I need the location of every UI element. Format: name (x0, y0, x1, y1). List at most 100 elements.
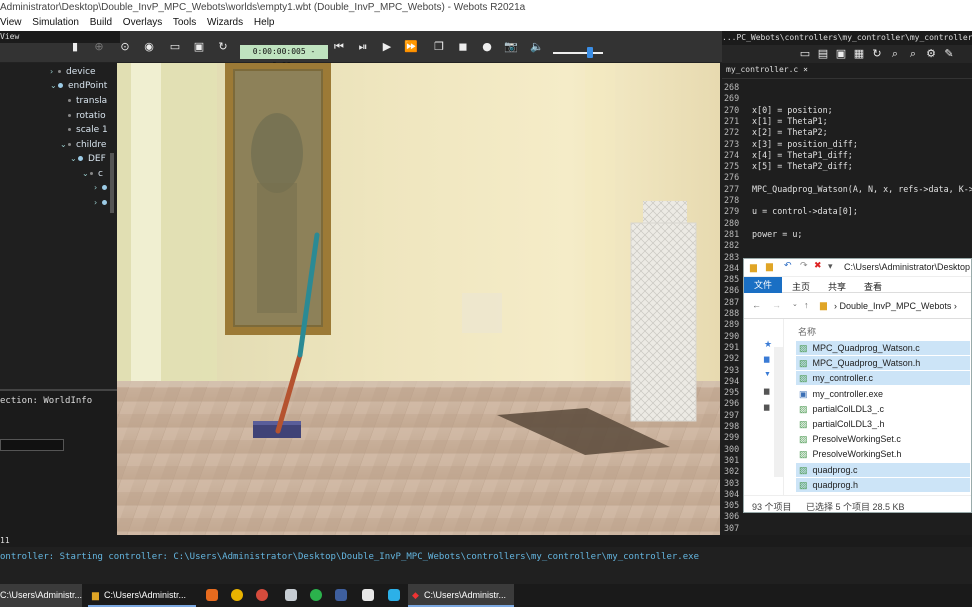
revert-icon[interactable]: ↻ (870, 47, 884, 61)
code-line[interactable]: x[4] = ThetaP1_diff; (752, 150, 853, 160)
name-column-header[interactable]: 名称 (798, 325, 816, 338)
tree-item-rotation[interactable]: rotatio (68, 109, 106, 123)
code-line[interactable]: power = u; (752, 229, 802, 239)
quick-access-icon[interactable]: ★ (764, 339, 772, 350)
pictures-icon[interactable]: ▆ (764, 403, 769, 411)
uploader-icon[interactable] (388, 589, 400, 601)
menu-tools[interactable]: Tools (173, 17, 196, 28)
volume-slider-track[interactable] (553, 52, 603, 54)
file-row[interactable]: ▨ quadprog.h (796, 477, 970, 492)
clean-icon[interactable]: ✎ (942, 47, 956, 61)
calculator-icon[interactable] (362, 589, 374, 601)
code-line[interactable]: u = control->data[0]; (752, 206, 858, 216)
documents-icon[interactable]: ▆ (764, 387, 769, 395)
tree-item-device[interactable]: › device (50, 65, 96, 79)
file-row[interactable]: ▣ my_controller.exe (796, 387, 970, 401)
desktop-icon[interactable]: ▆ (764, 355, 769, 363)
library-icon[interactable] (335, 589, 347, 601)
wechat-icon[interactable] (310, 589, 322, 601)
code-line[interactable]: x[2] = ThetaP2; (752, 127, 828, 137)
save-file-icon[interactable]: ▣ (834, 47, 848, 61)
record-icon[interactable]: ● (480, 40, 494, 54)
code-line[interactable]: MPC_Quadprog_Watson(A, N, x, refs->data,… (752, 184, 972, 194)
file-row[interactable]: ▨ my_controller.c (796, 371, 970, 386)
menu-build[interactable]: Build (90, 17, 112, 28)
play-icon[interactable]: ▶ (380, 40, 394, 54)
view-menu-icon[interactable]: ⊙ (118, 40, 132, 54)
file-row[interactable]: ▨ partialColLDL3_.h (796, 417, 970, 431)
file-row[interactable]: ▨ MPC_Quadprog_Watson.c (796, 341, 970, 355)
tree-item-endpoint[interactable]: ⌄ endPoint (50, 79, 107, 93)
menu-view[interactable]: View (0, 17, 22, 28)
properties-icon[interactable]: ▆ (766, 261, 773, 272)
delete-icon[interactable]: ✖ (814, 260, 822, 271)
forward-icon[interactable]: → (772, 300, 781, 310)
line-number: 296 (724, 398, 740, 409)
up-icon[interactable]: ↑ (804, 300, 809, 310)
open-file-icon[interactable]: ▤ (816, 47, 830, 61)
find-icon[interactable]: ⌕ (888, 47, 902, 61)
3d-viewport[interactable] (117, 63, 720, 535)
speaker-icon[interactable]: 🔈 (530, 40, 544, 54)
save-world-icon[interactable]: ▣ (192, 40, 206, 54)
fast-forward-icon[interactable]: ⏩ (404, 40, 418, 54)
add-node-icon[interactable]: ⊕ (92, 40, 106, 54)
menu-help[interactable]: Help (254, 17, 275, 28)
new-file-icon[interactable]: ▭ (798, 47, 812, 61)
tree-item-c[interactable]: ⌄ c (82, 167, 103, 181)
tree-item-scale[interactable]: scale 1 (68, 123, 108, 137)
taskbar-item-explorer-2[interactable]: ▆ C:\Users\Administr... (88, 584, 196, 607)
open-world-icon[interactable]: ▭ (168, 40, 182, 54)
chrome-icon[interactable] (231, 589, 243, 601)
dropdown-icon[interactable]: ▾ (828, 261, 833, 272)
downloads-icon[interactable]: ▼ (764, 371, 771, 378)
file-row[interactable]: ▨ PresolveWorkingSet.c (796, 432, 970, 446)
hide-panel-icon[interactable]: ▮ (68, 40, 82, 54)
menu-simulation[interactable]: Simulation (32, 17, 79, 28)
save-all-icon[interactable]: ▦ (852, 47, 866, 61)
ribbon-tab-home[interactable]: 主页 (792, 280, 810, 293)
back-icon[interactable]: ← (752, 300, 761, 310)
reload-world-icon[interactable]: ↻ (216, 40, 230, 54)
firefox-icon[interactable] (206, 589, 218, 601)
replace-icon[interactable]: ⌕ (906, 47, 920, 61)
field-input[interactable] (0, 439, 64, 451)
camera-icon[interactable]: 📷 (504, 40, 518, 54)
tree-item-translation[interactable]: transla (68, 94, 107, 108)
ribbon-tab-share[interactable]: 共享 (828, 280, 846, 293)
code-line[interactable]: x[5] = ThetaP2_diff; (752, 161, 853, 171)
build-icon[interactable]: ⚙ (924, 47, 938, 61)
ribbon-tab-file[interactable]: 文件 (744, 277, 782, 293)
navigation-scrollbar[interactable] (774, 347, 783, 477)
code-line[interactable]: x[1] = ThetaP1; (752, 116, 828, 126)
code-line[interactable]: x[0] = position; (752, 105, 833, 115)
screenshot-icon[interactable]: ◼ (456, 40, 470, 54)
address-breadcrumb[interactable]: › Double_InvP_MPC_Webots › (834, 301, 957, 311)
file-row[interactable]: ▨ PresolveWorkingSet.h (796, 447, 970, 461)
tree-item-children[interactable]: ⌄ childre (60, 138, 106, 152)
menu-wizards[interactable]: Wizards (207, 17, 243, 28)
reset-simulation-icon[interactable]: ⏮ (332, 40, 346, 54)
file-name: PresolveWorkingSet.c (812, 434, 901, 445)
code-line[interactable]: x[3] = position_diff; (752, 139, 858, 149)
rendering-icon[interactable]: ❐ (432, 40, 446, 54)
taskbar-item-explorer-1[interactable]: C:\Users\Administr... (0, 584, 82, 607)
console[interactable]: ontroller: Starting controller: C:\Users… (0, 547, 972, 584)
tab-my-controller[interactable]: my_controller.c × (726, 65, 808, 74)
volume-slider-knob[interactable] (587, 47, 593, 58)
redo-icon[interactable]: ↷ (800, 260, 808, 271)
eye-icon[interactable]: ◉ (142, 40, 156, 54)
taskbar-item-webots[interactable]: ◆ C:\Users\Administr... (408, 584, 514, 607)
undo-icon[interactable]: ↶ (784, 260, 792, 271)
browser-icon[interactable] (256, 589, 268, 601)
tree-item-def[interactable]: ⌄ DEF (70, 152, 106, 166)
ribbon-tab-view[interactable]: 查看 (864, 280, 882, 293)
menu-overlays[interactable]: Overlays (123, 17, 162, 28)
recent-icon[interactable]: ⌄ (792, 300, 798, 308)
file-row[interactable]: ▨ MPC_Quadprog_Watson.h (796, 356, 970, 371)
step-icon[interactable]: ⏯ (356, 40, 370, 54)
scene-tree-scrollbar[interactable] (110, 153, 114, 213)
file-row[interactable]: ▨ quadprog.c (796, 462, 970, 477)
app-icon[interactable] (285, 589, 297, 601)
file-row[interactable]: ▨ partialColLDL3_.c (796, 402, 970, 416)
